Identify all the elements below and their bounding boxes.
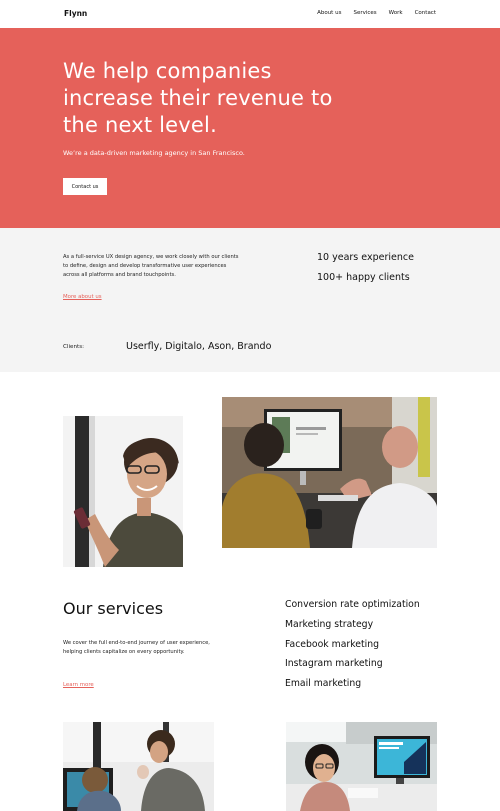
learn-more-link[interactable]: Learn more (63, 682, 94, 688)
service-item-email: Email marketing (285, 678, 362, 690)
woman-with-phone-photo (63, 416, 183, 567)
service-item-facebook: Facebook marketing (285, 638, 380, 650)
hero-subtitle: We’re a data-driven marketing agency in … (63, 149, 245, 157)
nav-link-services[interactable]: Services (353, 10, 376, 16)
nav-link-about[interactable]: About us (317, 10, 341, 16)
services-list: Conversion rate optimization Marketing s… (285, 599, 420, 698)
contact-us-button[interactable]: Contact us (63, 178, 107, 195)
site-logo[interactable]: Flynn (64, 9, 87, 18)
service-item-marketing-strategy: Marketing strategy (285, 618, 374, 630)
woman-at-desk-photo (286, 722, 437, 811)
service-item-instagram: Instagram marketing (285, 658, 383, 670)
services-description: We cover the full end-to-end journey of … (63, 640, 210, 656)
about-description: As a full-service UX design agency, we w… (63, 254, 239, 279)
nav-link-contact[interactable]: Contact (415, 10, 436, 16)
team-meeting-photo (222, 397, 437, 548)
nav-link-work[interactable]: Work (389, 10, 403, 16)
office-team-photo (63, 722, 214, 811)
services-title: Our services (63, 599, 164, 618)
service-item-cro: Conversion rate optimization (285, 599, 420, 610)
clients-list: Userfly, Digitalo, Ason, Brando (126, 341, 272, 352)
clients-label: Clients: (63, 344, 84, 350)
top-navigation: Flynn About us Services Work Contact (0, 0, 500, 28)
nav-links: About us Services Work Contact (317, 10, 436, 16)
hero-headline: We help companies increase their revenue… (63, 59, 333, 137)
hero-section: We help companies increase their revenue… (0, 28, 500, 228)
more-about-us-link[interactable]: More about us (63, 294, 102, 300)
about-section: As a full-service UX design agency, we w… (0, 228, 500, 372)
stat-experience: 10 years experience (317, 252, 414, 263)
stat-clients: 100+ happy clients (317, 272, 410, 283)
